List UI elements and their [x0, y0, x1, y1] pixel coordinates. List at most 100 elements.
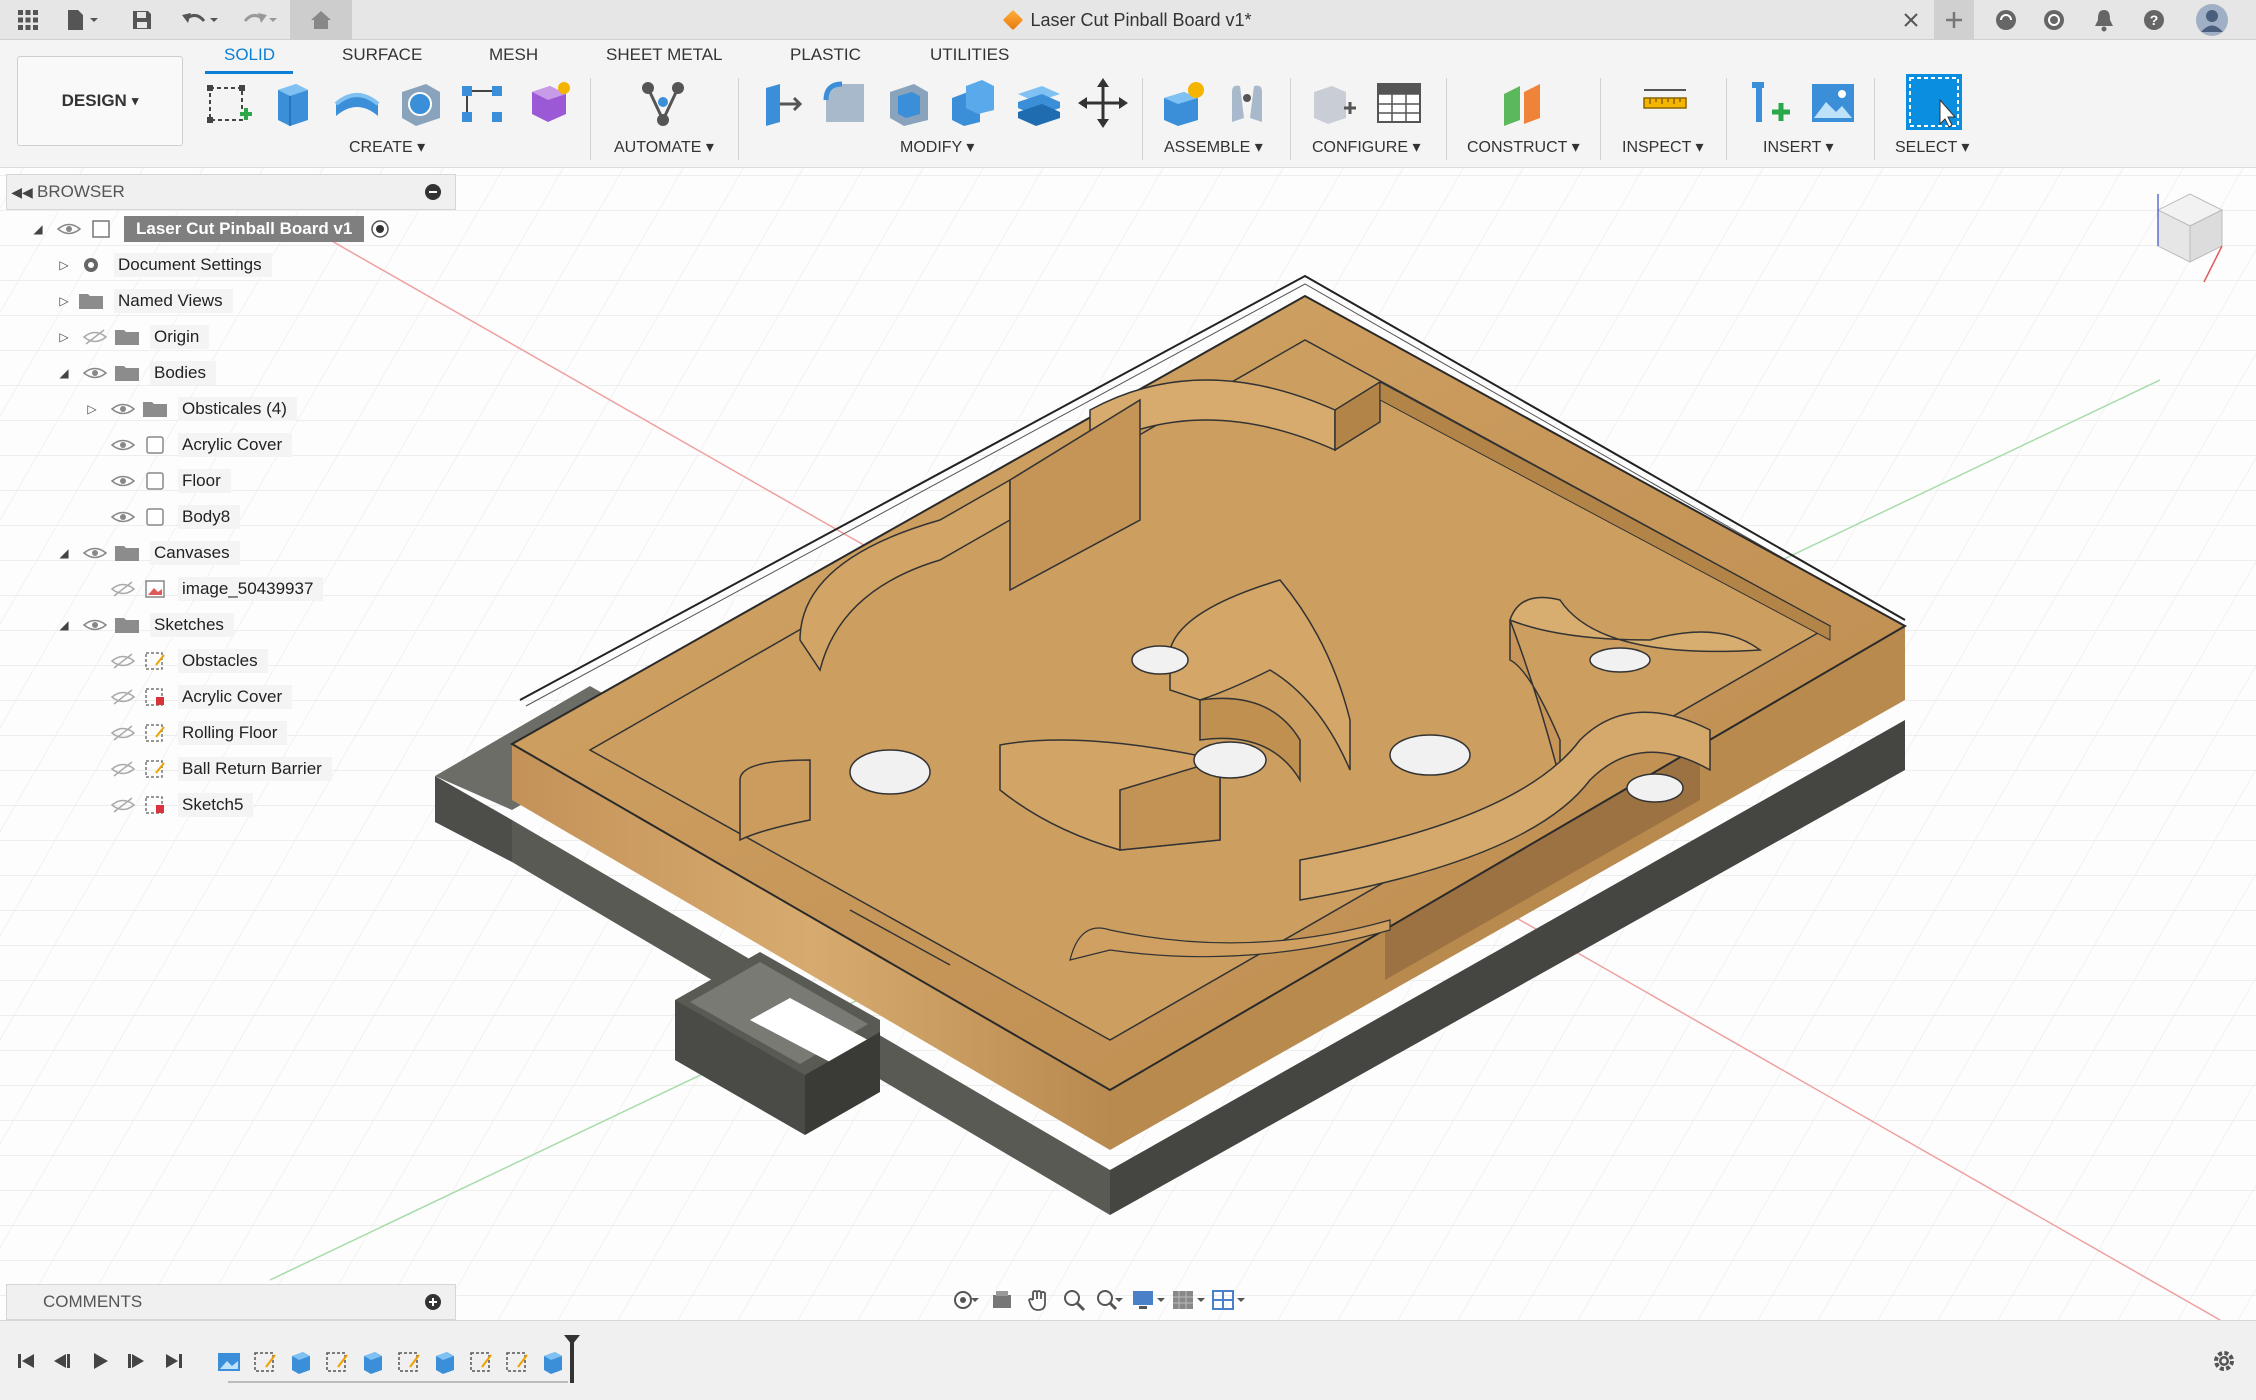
step-forward-icon[interactable] — [122, 1347, 150, 1375]
timeline-sketch-feature-icon[interactable] — [396, 1349, 422, 1375]
tab-surface[interactable]: SURFACE — [342, 45, 422, 65]
undo-icon[interactable] — [176, 0, 224, 40]
revolve-icon[interactable] — [332, 78, 382, 128]
timeline-canvas-feature-icon[interactable] — [216, 1349, 242, 1375]
tab-solid[interactable]: SOLID — [224, 45, 275, 65]
create-sketch-icon[interactable] — [204, 78, 254, 128]
tree-item-root[interactable]: ◢ Laser Cut Pinball Board v1 — [30, 214, 390, 244]
combine-icon[interactable] — [948, 78, 998, 128]
shell-icon[interactable] — [884, 78, 934, 128]
tree-item-floor[interactable]: Floor — [100, 466, 231, 496]
app-grid-icon[interactable] — [8, 0, 48, 40]
step-back-icon[interactable] — [48, 1347, 76, 1375]
new-tab-icon[interactable] — [1934, 0, 1974, 40]
visibility-eye-icon[interactable] — [110, 508, 136, 526]
zoom-icon[interactable] — [1056, 1286, 1092, 1314]
inspect-group-label[interactable]: INSPECT ▾ — [1622, 137, 1704, 157]
tree-item-sketches[interactable]: ◢ Sketches — [56, 610, 234, 640]
user-avatar[interactable] — [2192, 0, 2232, 40]
construct-group-label[interactable]: CONSTRUCT ▾ — [1467, 137, 1580, 157]
look-at-icon[interactable] — [984, 1286, 1020, 1314]
tree-item-sketch-rolling-floor[interactable]: Rolling Floor — [100, 718, 288, 748]
tree-item-bodies[interactable]: ◢ Bodies — [56, 358, 216, 388]
expanded-triangle-icon[interactable]: ◢ — [30, 221, 46, 237]
tree-item-sketch5[interactable]: Sketch5 — [100, 790, 254, 820]
visibility-eye-icon[interactable] — [82, 364, 108, 382]
visibility-eye-icon[interactable] — [82, 616, 108, 634]
modify-group-label[interactable]: MODIFY ▾ — [900, 137, 974, 157]
collapsed-triangle-icon[interactable]: ▷ — [56, 293, 72, 309]
hole-icon[interactable] — [396, 78, 446, 128]
redo-icon[interactable] — [232, 0, 282, 40]
visibility-eye-icon[interactable] — [110, 436, 136, 454]
go-to-start-icon[interactable] — [12, 1347, 40, 1375]
insert-group-label[interactable]: INSERT ▾ — [1763, 137, 1834, 157]
notifications-icon[interactable] — [2086, 0, 2122, 40]
tree-item-named-views[interactable]: ▷ Named Views — [56, 286, 233, 316]
model-canvas[interactable] — [0, 168, 2256, 1320]
timeline-sketch-feature-icon[interactable] — [504, 1349, 530, 1375]
timeline-sketch-feature-icon[interactable] — [252, 1349, 278, 1375]
tree-item-obsticales[interactable]: ▷ Obsticales (4) — [84, 394, 297, 424]
measure-icon[interactable] — [1640, 78, 1690, 128]
help-icon[interactable]: ? — [2136, 0, 2172, 40]
tab-sheet-metal[interactable]: SHEET METAL — [606, 45, 723, 65]
insert-canvas-icon[interactable] — [1808, 78, 1858, 128]
timeline-extrude-feature-icon[interactable] — [288, 1349, 314, 1375]
job-status-icon[interactable] — [2036, 0, 2072, 40]
visibility-eye-icon[interactable] — [82, 544, 108, 562]
visibility-eye-icon[interactable] — [110, 400, 136, 418]
3d-viewport[interactable] — [0, 168, 2256, 1320]
timeline-extrude-feature-icon[interactable] — [540, 1349, 566, 1375]
new-component-icon[interactable] — [1158, 78, 1208, 128]
display-settings-icon[interactable] — [1128, 1286, 1168, 1314]
tree-item-sketch-obstacles[interactable]: Obstacles — [100, 646, 268, 676]
browser-panel-header[interactable]: ◀◀ BROWSER — [6, 174, 456, 210]
split-body-icon[interactable] — [1014, 78, 1064, 128]
add-comment-icon[interactable] — [425, 1294, 441, 1310]
home-icon[interactable] — [290, 0, 352, 40]
offset-plane-icon[interactable] — [1498, 78, 1548, 128]
hidden-eye-icon[interactable] — [110, 688, 136, 706]
configure-group-label[interactable]: CONFIGURE ▾ — [1312, 137, 1420, 157]
tree-item-sketch-ball-return-barrier[interactable]: Ball Return Barrier — [100, 754, 332, 784]
minimize-panel-icon[interactable] — [425, 184, 441, 200]
hidden-eye-icon[interactable] — [110, 724, 136, 742]
tab-utilities[interactable]: UTILITIES — [930, 45, 1009, 65]
press-pull-icon[interactable] — [756, 78, 806, 128]
extensions-icon[interactable] — [1988, 0, 2024, 40]
workspace-switcher[interactable]: DESIGN ▾ — [17, 56, 183, 146]
extrude-icon[interactable] — [266, 78, 316, 128]
pan-icon[interactable] — [1020, 1286, 1056, 1314]
pattern-icon[interactable] — [458, 78, 508, 128]
timeline-extrude-feature-icon[interactable] — [360, 1349, 386, 1375]
timeline-sketch-feature-icon[interactable] — [468, 1349, 494, 1375]
create-group-label[interactable]: CREATE ▾ — [349, 137, 425, 157]
activate-radio-icon[interactable] — [370, 219, 390, 239]
configure-icon[interactable] — [1308, 78, 1358, 128]
tree-item-origin[interactable]: ▷ Origin — [56, 322, 210, 352]
automate-group-label[interactable]: AUTOMATE ▾ — [614, 137, 714, 157]
collapsed-triangle-icon[interactable]: ▷ — [56, 329, 72, 345]
timeline-sketch-feature-icon[interactable] — [324, 1349, 350, 1375]
timeline-settings-gear-icon[interactable] — [2210, 1347, 2238, 1375]
move-icon[interactable] — [1078, 78, 1128, 128]
tab-mesh[interactable]: MESH — [489, 45, 538, 65]
configuration-table-icon[interactable] — [1374, 78, 1424, 128]
visibility-eye-icon[interactable] — [56, 220, 82, 238]
select-group-label[interactable]: SELECT ▾ — [1895, 137, 1969, 157]
hidden-eye-icon[interactable] — [110, 652, 136, 670]
collapsed-triangle-icon[interactable]: ▷ — [84, 401, 100, 417]
comments-panel[interactable]: COMMENTS — [6, 1284, 456, 1320]
orbit-icon[interactable] — [948, 1286, 984, 1314]
hidden-eye-icon[interactable] — [110, 796, 136, 814]
hidden-eye-icon[interactable] — [82, 328, 108, 346]
hidden-eye-icon[interactable] — [110, 760, 136, 778]
fit-zoom-icon[interactable] — [1092, 1286, 1128, 1314]
visibility-eye-icon[interactable] — [110, 472, 136, 490]
save-icon[interactable] — [124, 0, 160, 40]
collapsed-triangle-icon[interactable]: ▷ — [56, 257, 72, 273]
expanded-triangle-icon[interactable]: ◢ — [56, 617, 72, 633]
expanded-triangle-icon[interactable]: ◢ — [56, 365, 72, 381]
hidden-eye-icon[interactable] — [110, 580, 136, 598]
